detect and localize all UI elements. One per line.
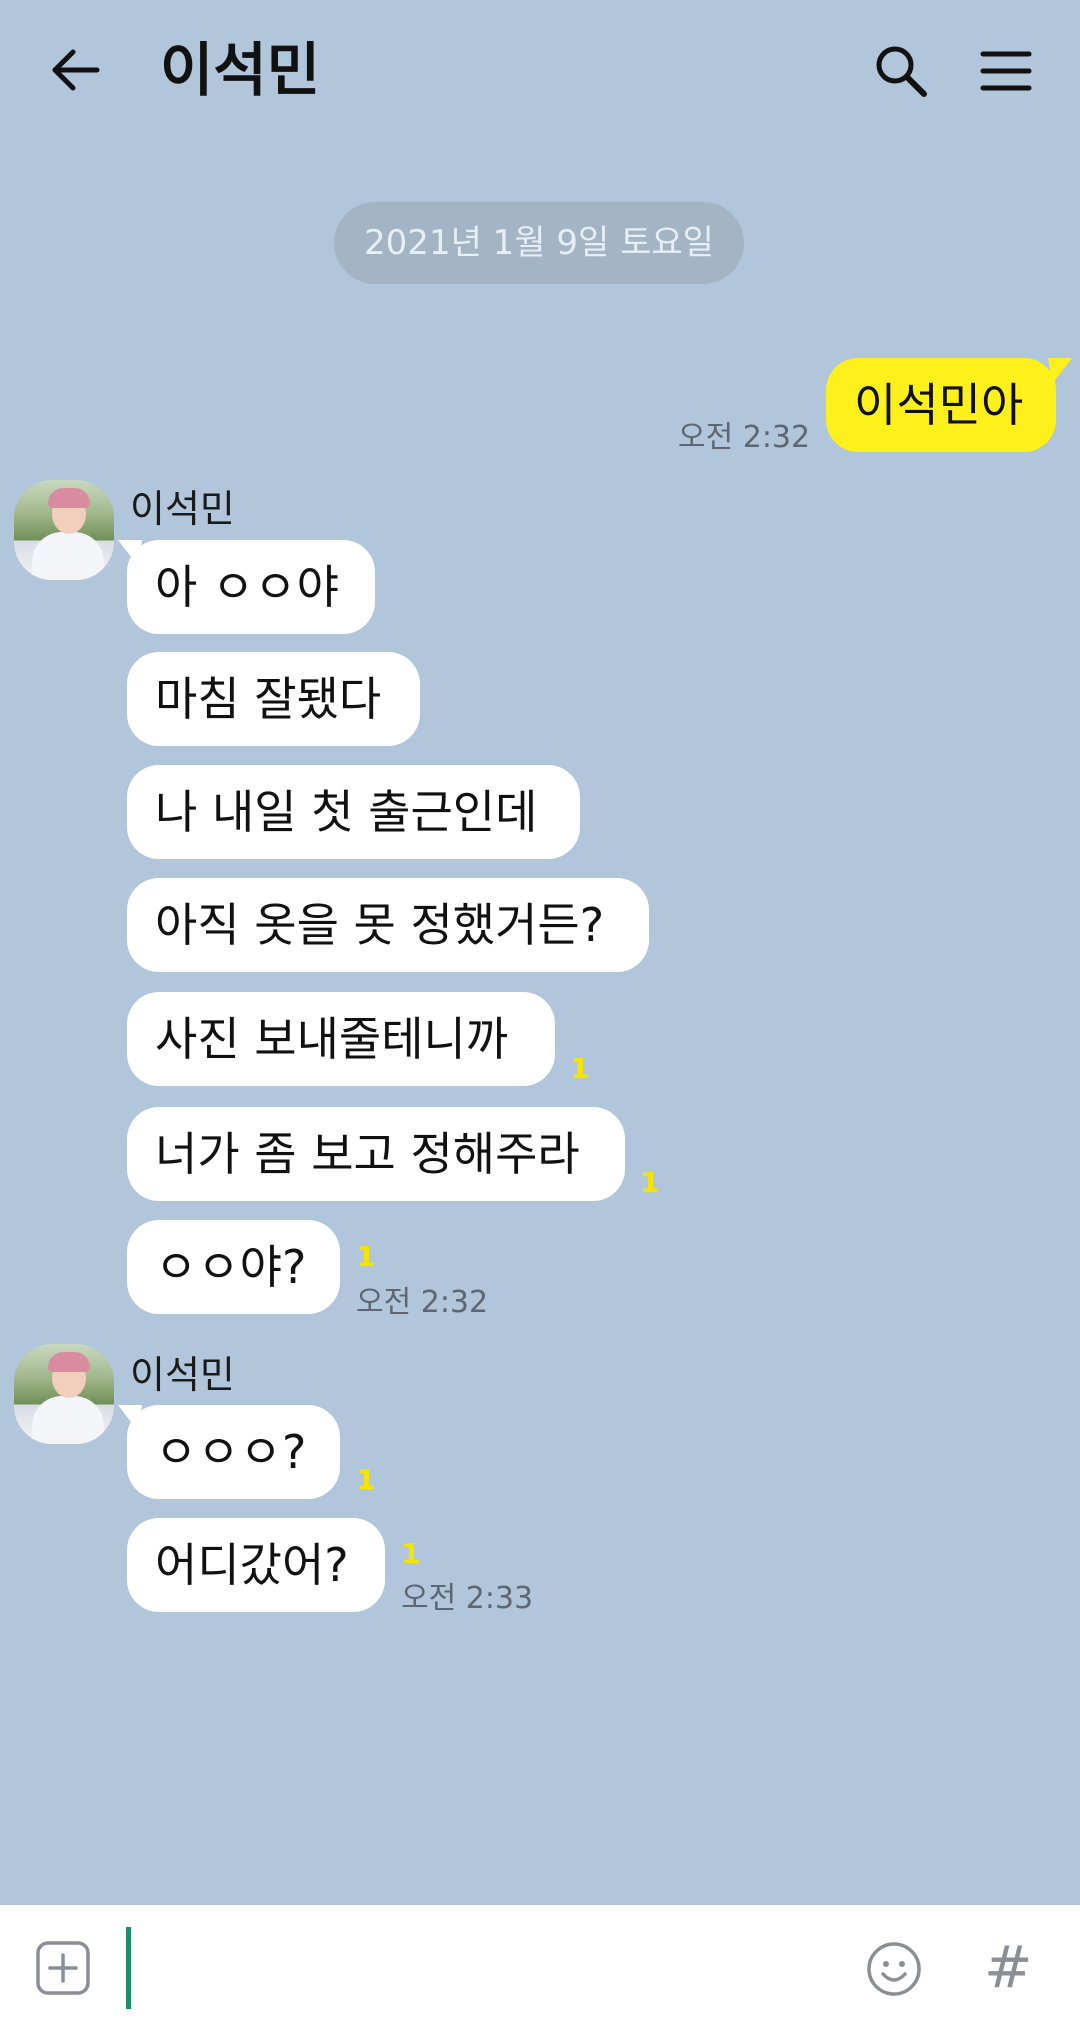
message-time: 오전 2:33 bbox=[401, 1581, 534, 1616]
unread-count: 1 bbox=[356, 1463, 376, 1496]
emoji-button[interactable] bbox=[865, 1940, 923, 1998]
sender-name: 이석민 bbox=[130, 1353, 235, 1397]
message-time: 오전 2:32 bbox=[678, 420, 811, 455]
bubble-tail bbox=[1048, 358, 1072, 384]
their-message-bubble[interactable]: 사진 보내줄테니까 bbox=[127, 992, 555, 1086]
their-message-bubble[interactable]: 너가 좀 보고 정해주라 bbox=[127, 1107, 625, 1201]
plus-square-icon bbox=[36, 1941, 90, 1995]
avatar[interactable] bbox=[14, 480, 114, 580]
chat-header: 이석민 bbox=[0, 0, 1080, 150]
message-input-bar: # bbox=[0, 1905, 1080, 2031]
unread-count: 1 bbox=[401, 1537, 421, 1570]
sender-name: 이석민 bbox=[130, 487, 235, 531]
attach-button[interactable] bbox=[35, 1940, 91, 1996]
hashtag-button[interactable]: # bbox=[984, 1935, 1033, 1999]
my-message-bubble[interactable]: 이석민아 bbox=[826, 358, 1056, 452]
unread-count: 1 bbox=[570, 1052, 590, 1085]
hamburger-menu-icon bbox=[980, 51, 1032, 91]
message-time: 오전 2:32 bbox=[356, 1285, 489, 1320]
smiley-icon bbox=[867, 1942, 921, 1996]
message-input[interactable] bbox=[126, 1927, 131, 2009]
their-message-bubble[interactable]: 어디갔어? bbox=[127, 1518, 385, 1612]
search-button[interactable] bbox=[870, 40, 932, 102]
avatar[interactable] bbox=[14, 1344, 114, 1444]
their-message-bubble[interactable]: 아 ㅇㅇ야 bbox=[127, 540, 375, 634]
unread-count: 1 bbox=[356, 1240, 376, 1273]
date-divider: 2021년 1월 9일 토요일 bbox=[334, 202, 744, 284]
their-message-bubble[interactable]: 아직 옷을 못 정했거든? bbox=[127, 878, 649, 972]
their-message-bubble[interactable]: ㅇㅇ야? bbox=[127, 1220, 340, 1314]
back-button[interactable] bbox=[45, 40, 105, 100]
unread-count: 1 bbox=[640, 1166, 660, 1199]
their-message-bubble[interactable]: 나 내일 첫 출근인데 bbox=[127, 765, 580, 859]
chat-title: 이석민 bbox=[160, 36, 321, 104]
search-icon bbox=[876, 46, 927, 97]
their-message-bubble[interactable]: 마침 잘됐다 bbox=[127, 652, 420, 746]
arrow-left-icon bbox=[52, 49, 100, 91]
their-message-bubble[interactable]: ㅇㅇㅇ? bbox=[127, 1405, 340, 1499]
menu-button[interactable] bbox=[975, 40, 1037, 102]
